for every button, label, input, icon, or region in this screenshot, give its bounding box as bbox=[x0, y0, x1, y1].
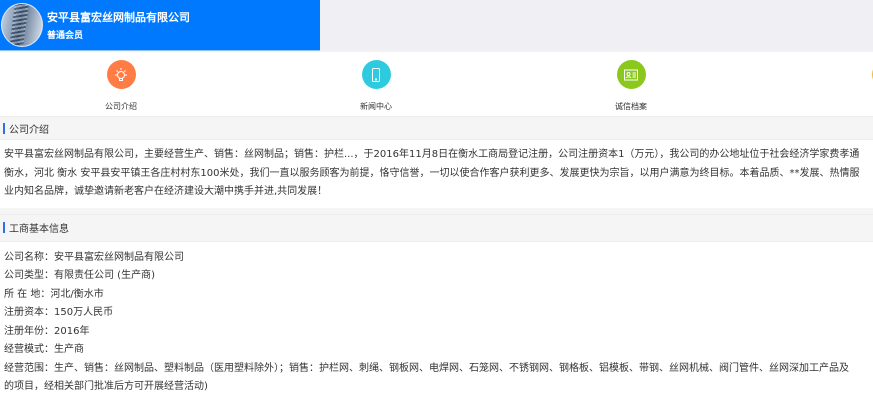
section-header-intro: 公司介绍 bbox=[0, 116, 873, 140]
nav-label: 新闻中心 bbox=[360, 102, 392, 111]
intro-line: 衡水，河北 衡水 安平县安平镇王各庄村村东100米处，我们一直以服务顾客为前提，… bbox=[4, 167, 860, 179]
lightbulb-icon bbox=[106, 60, 136, 89]
top-bar: 安平县富宏丝网制品有限公司 普通会员 bbox=[0, 0, 873, 52]
section-marker bbox=[3, 222, 5, 233]
info-business-scope-cont: 的项目，经相关部门批准后方可开展经营活动) bbox=[4, 381, 208, 392]
section-marker bbox=[3, 122, 5, 134]
nav-label: 诚信档案 bbox=[615, 102, 647, 111]
section-title: 公司介绍 bbox=[9, 124, 49, 136]
info-company-type: 公司类型：有限责任公司 (生产商) bbox=[4, 270, 155, 281]
company-header: 安平县富宏丝网制品有限公司 普通会员 bbox=[0, 0, 320, 51]
info-business-model: 经营模式：生产商 bbox=[4, 344, 84, 355]
nav-item-credit-file[interactable]: 诚信档案 bbox=[581, 60, 681, 112]
intro-line: 业内知名品牌，诚挚邀请新老客户在经济建设大潮中携手并进,共同发展！ bbox=[4, 186, 328, 197]
info-company-name: 公司名称：安平县富宏丝网制品有限公司 bbox=[4, 251, 184, 263]
mobile-icon bbox=[361, 60, 391, 89]
nav-item-company-intro[interactable]: 公司介绍 bbox=[71, 60, 171, 112]
business-info: 公司名称：安平县富宏丝网制品有限公司 公司类型：有限责任公司 (生产商) 所 在… bbox=[0, 242, 873, 397]
intro-line: 安平县富宏丝网制品有限公司，主要经营生产、销售：丝网制品；销售：护栏...，于2… bbox=[4, 149, 860, 160]
section-title: 工商基本信息 bbox=[9, 224, 69, 235]
section-header-business: 工商基本信息 bbox=[0, 213, 873, 242]
company-name: 安平县富宏丝网制品有限公司 bbox=[47, 11, 190, 24]
id-card-icon bbox=[616, 60, 646, 89]
info-location: 所 在 地：河北/衡水市 bbox=[4, 288, 104, 300]
member-level: 普通会员 bbox=[47, 31, 84, 41]
company-intro-text: 安平县富宏丝网制品有限公司，主要经营生产、销售：丝网制品；销售：护栏...，于2… bbox=[0, 140, 873, 208]
info-business-scope: 经营范围：生产、销售：丝网制品、塑料制品（医用塑料除外）；销售：护栏网、刺绳、钢… bbox=[4, 362, 849, 374]
nav-bar: 公司介绍 新闻中心 诚信档案 bbox=[0, 52, 873, 116]
info-registered-capital: 注册资本：150万人民币 bbox=[4, 307, 114, 318]
company-avatar bbox=[1, 3, 43, 47]
nav-item-more[interactable] bbox=[836, 60, 873, 101]
nav-label: 公司介绍 bbox=[105, 102, 137, 111]
nav-item-news[interactable]: 新闻中心 bbox=[326, 60, 426, 112]
info-registration-year: 注册年份：2016年 bbox=[4, 325, 90, 337]
